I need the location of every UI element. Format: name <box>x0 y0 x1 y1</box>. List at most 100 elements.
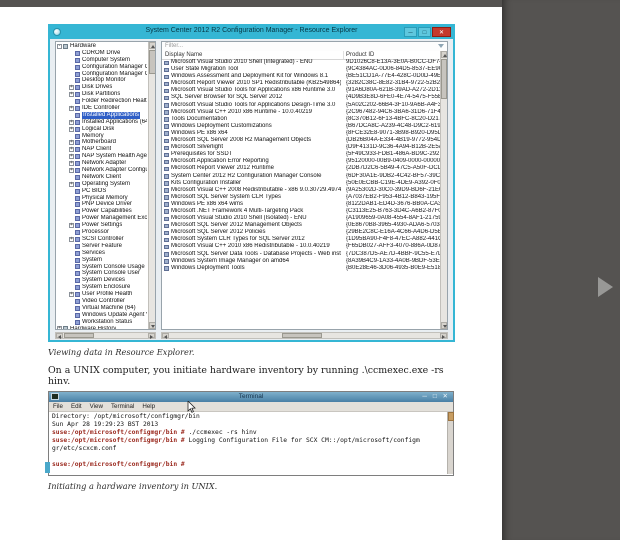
tree-item[interactable]: +Disk Partitions <box>57 91 147 98</box>
menu-item-help[interactable]: Help <box>142 402 155 410</box>
scroll-right-button[interactable] <box>148 333 155 338</box>
table-row[interactable]: Microsoft Application Error Reporting{95… <box>162 158 440 165</box>
scroll-down-button[interactable] <box>149 322 156 329</box>
close-button[interactable]: ✕ <box>432 27 451 37</box>
expand-icon[interactable]: + <box>69 85 74 90</box>
filter-input[interactable]: Filter... <box>165 43 183 49</box>
tree-item[interactable]: +SCSI Controller <box>57 236 147 243</box>
table-row[interactable]: Microsoft Visual Studio 2010 Shell (Inte… <box>162 59 440 66</box>
terminal-titlebar[interactable]: Terminal ─ □ ✕ <box>49 392 453 402</box>
tree-item[interactable]: Power Management Exclusion <box>57 215 147 222</box>
table-row[interactable]: Windows PE x86 x64 wims{8122DAB1-ED4D-36… <box>162 201 440 208</box>
scroll-thumb[interactable] <box>64 333 94 338</box>
tree-item[interactable]: Workstation Status <box>57 319 147 326</box>
tree-item[interactable]: System Devices <box>57 277 147 284</box>
tree-item[interactable]: Folder Redirection Health <box>57 98 147 105</box>
table-row[interactable]: Windows Deployment Customizations{B67DCA… <box>162 123 440 130</box>
menu-item-view[interactable]: View <box>90 402 103 410</box>
next-page-arrow-icon[interactable] <box>598 277 613 297</box>
table-row[interactable]: Microsoft SQL Server System CLR Types{A7… <box>162 194 440 201</box>
tree-item[interactable]: +IDE Controller <box>57 105 147 112</box>
tree-item[interactable]: Processor <box>57 229 147 236</box>
expand-icon[interactable]: + <box>69 161 74 166</box>
expand-icon[interactable]: + <box>69 92 74 97</box>
terminal-window-controls[interactable]: ─ □ ✕ <box>422 392 450 400</box>
terminal-scrollbar[interactable] <box>447 412 453 474</box>
terminal-output[interactable]: Directory: /opt/microsoft/configmgr/binS… <box>50 412 446 474</box>
tree-item[interactable]: Power Capabilities <box>57 208 147 215</box>
scroll-left-button[interactable] <box>162 333 169 338</box>
scroll-left-button[interactable] <box>56 333 63 338</box>
tree-item[interactable]: +Logical Disk <box>57 126 147 133</box>
menu-item-terminal[interactable]: Terminal <box>111 402 134 410</box>
column-header-display-name[interactable]: Display Name <box>165 52 202 58</box>
tree-vertical-scrollbar[interactable] <box>148 42 155 329</box>
tree-root-item[interactable]: -Hardware <box>57 43 147 50</box>
tree-item[interactable]: PC BIOS <box>57 188 147 195</box>
tree-item[interactable]: +Operating System <box>57 181 147 188</box>
tree-item[interactable]: Services <box>57 250 147 257</box>
table-row[interactable]: Microsoft SQL Server 2012 Management Obj… <box>162 222 440 229</box>
tree-item[interactable]: System <box>57 257 147 264</box>
tree-item[interactable]: Desktop Monitor <box>57 77 147 84</box>
table-row[interactable]: Microsoft Visual Studio 2010 Shell (Isol… <box>162 215 440 222</box>
scroll-up-button[interactable] <box>441 51 447 58</box>
scroll-thumb[interactable] <box>282 333 322 338</box>
tree-item[interactable]: +Network Adapter Configuration <box>57 167 147 174</box>
list-vertical-scrollbar[interactable] <box>440 51 447 329</box>
maximize-button[interactable]: □ <box>418 27 431 37</box>
column-divider[interactable] <box>343 51 344 59</box>
scroll-thumb[interactable] <box>149 50 156 74</box>
expand-icon[interactable]: + <box>69 147 74 152</box>
scroll-down-button[interactable] <box>441 322 447 329</box>
table-row[interactable]: Windows Deployment Tools{B0E28E46-3D06-4… <box>162 265 440 272</box>
table-row[interactable]: Microsoft SQL Server 2008 R2 Management … <box>162 137 440 144</box>
table-row[interactable]: Microsoft SQL Server Data Tools - Databa… <box>162 251 440 258</box>
expand-icon[interactable]: + <box>69 223 74 228</box>
tree-item[interactable]: Network Client <box>57 174 147 181</box>
table-row[interactable]: System Center 2012 R2 Configuration Mana… <box>162 173 440 180</box>
table-row[interactable]: Microsoft Visual Studio Tools for Applic… <box>162 102 440 109</box>
tree-item[interactable]: Memory <box>57 133 147 140</box>
resource-explorer-titlebar[interactable]: System Center 2012 R2 Configuration Mana… <box>50 26 453 39</box>
tree-item[interactable]: +NAP System Health Agent <box>57 153 147 160</box>
tree-item[interactable]: +Installed Applications (64) <box>57 119 147 126</box>
expand-icon[interactable]: + <box>69 182 74 187</box>
tree-item[interactable]: +NAP Client <box>57 146 147 153</box>
expand-icon[interactable]: + <box>69 140 74 145</box>
tree-item[interactable]: Configuration Manager Client (S <box>57 64 147 71</box>
table-row[interactable]: Windows System Image Manager on amd64{8A… <box>162 258 440 265</box>
expand-icon[interactable]: + <box>69 154 74 159</box>
table-row[interactable]: Microsoft .NET Framework 4 Multi-Targeti… <box>162 208 440 215</box>
scroll-thumb[interactable] <box>441 59 447 99</box>
table-row[interactable]: Microsoft Report Viewer 2012 Runtime{2DB… <box>162 165 440 172</box>
table-row[interactable]: Microsoft Visual C++ 2008 Redistributabl… <box>162 187 440 194</box>
tree-item[interactable]: Windows Update Agent Version <box>57 312 147 319</box>
expand-icon[interactable]: + <box>69 292 74 297</box>
tree-horizontal-scrollbar[interactable] <box>55 332 156 339</box>
collapse-icon[interactable]: - <box>57 44 62 49</box>
scroll-right-button[interactable] <box>440 333 447 338</box>
menu-item-file[interactable]: File <box>53 402 63 410</box>
tree-item[interactable]: +Power Settings <box>57 222 147 229</box>
table-row[interactable]: Windows Assessment and Deployment Kit fo… <box>162 73 440 80</box>
tree-item[interactable]: System Console User <box>57 270 147 277</box>
scroll-thumb[interactable] <box>448 412 454 421</box>
expand-icon[interactable]: + <box>69 127 74 132</box>
tree-item[interactable]: Server Feature <box>57 243 147 250</box>
table-row[interactable]: Microsoft Visual C++ 2010 x86 Runtime - … <box>162 109 440 116</box>
tree-item[interactable]: +Network Adapter <box>57 160 147 167</box>
tree-item[interactable]: CDROM Drive <box>57 50 147 57</box>
tree-item[interactable]: +User Profile Health <box>57 291 147 298</box>
table-row[interactable]: Kits Configuration Installer{50E0ECBB-C1… <box>162 180 440 187</box>
expand-icon[interactable]: + <box>69 120 74 125</box>
table-row[interactable]: Microsoft Visual Studio Tools for Applic… <box>162 87 440 94</box>
table-row[interactable]: Microsoft Visual C++ 2010 x86 Redistribu… <box>162 243 440 250</box>
tree-item[interactable]: +Motherboard <box>57 139 147 146</box>
table-row[interactable]: Microsoft Report Viewer 2010 SP1 Redistr… <box>162 80 440 87</box>
minimize-button[interactable]: ─ <box>404 27 417 37</box>
tree-item[interactable]: Computer System <box>57 57 147 64</box>
table-row[interactable]: Microsoft Silverlight{D9F4131D-9C36-4A94… <box>162 144 440 151</box>
table-row[interactable]: Windows PE x86 x64{8FCE32E8-9071-3B98-B9… <box>162 130 440 137</box>
expand-icon[interactable]: + <box>69 168 74 173</box>
